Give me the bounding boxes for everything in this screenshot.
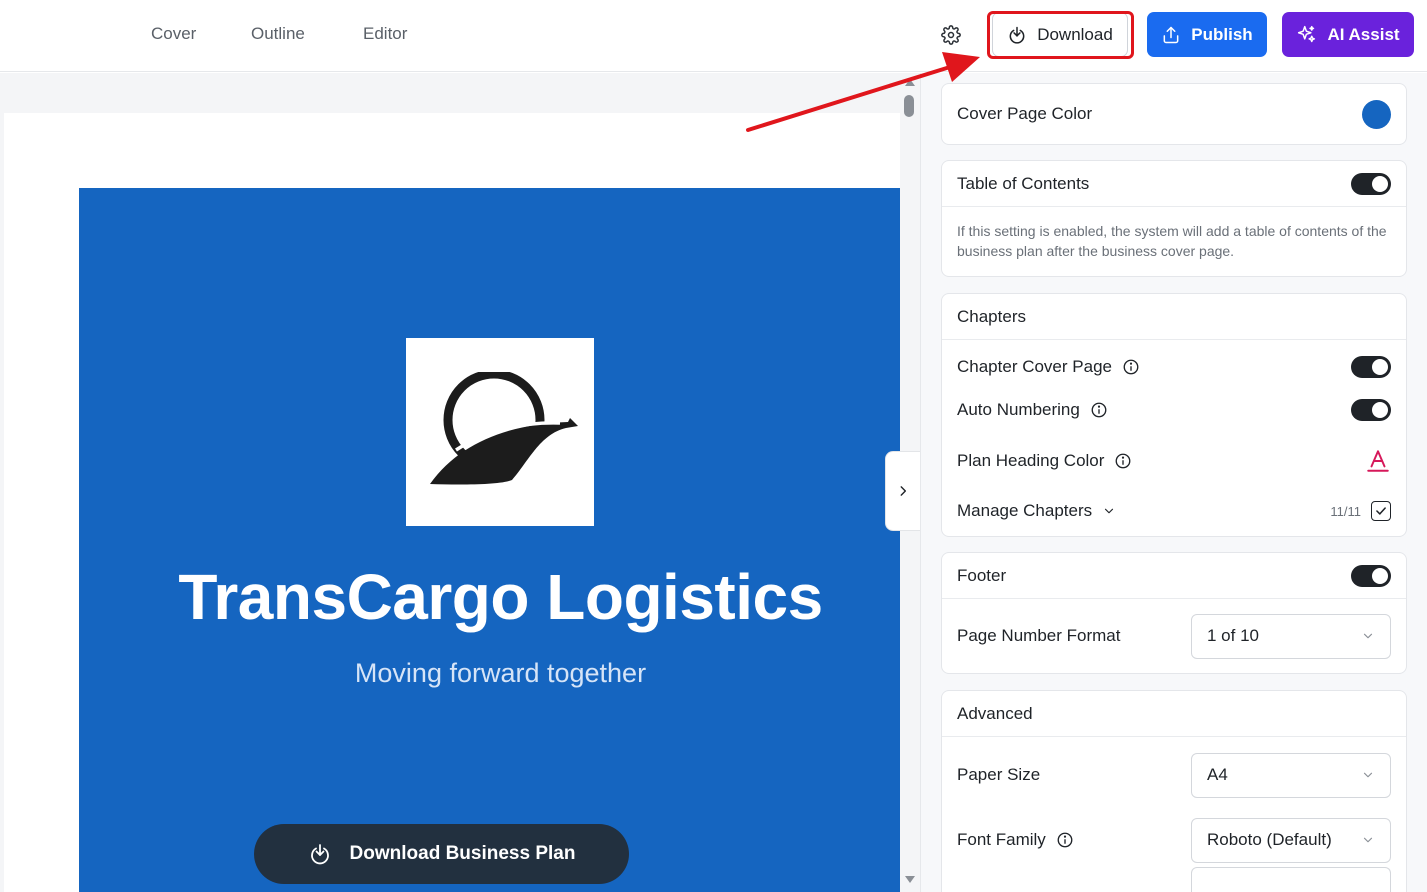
tab-cover[interactable]: Cover <box>151 24 196 44</box>
check-icon <box>1376 507 1386 515</box>
font-family-value: Roboto (Default) <box>1207 830 1332 849</box>
advanced-card: Advanced Paper Size A4 Font Family Robot… <box>941 690 1407 892</box>
download-icon <box>1009 26 1025 44</box>
scroll-thumb[interactable] <box>904 95 914 117</box>
toc-card: Table of Contents If this setting is ena… <box>941 160 1407 277</box>
auto-numbering-label: Auto Numbering <box>957 400 1080 419</box>
company-logo[interactable] <box>406 338 594 526</box>
chapters-card: Chapters Chapter Cover Page Auto Numberi… <box>941 293 1407 537</box>
manage-chapters-dropdown[interactable]: Manage Chapters <box>957 501 1116 521</box>
scroll-up-arrow-icon[interactable] <box>905 79 915 86</box>
cover-color-card: Cover Page Color <box>941 83 1407 145</box>
paper-size-value: A4 <box>1207 765 1228 784</box>
footer-toggle[interactable] <box>1351 564 1391 587</box>
top-header: Cover Outline Editor Download Publish AI… <box>0 0 1427 72</box>
cover-color-label: Cover Page Color <box>957 104 1093 123</box>
chapter-cover-page-toggle[interactable] <box>1351 356 1391 378</box>
select-all-chapters-checkbox[interactable] <box>1371 501 1391 521</box>
ai-assist-label: AI Assist <box>1327 24 1400 44</box>
manage-chapters-label: Manage Chapters <box>957 501 1093 520</box>
document-page: TransCargo Logistics Moving forward toge… <box>4 113 900 892</box>
cover-title: TransCargo Logistics <box>178 561 823 633</box>
text-color-icon[interactable] <box>1365 448 1391 474</box>
cover-color-swatch[interactable] <box>1362 99 1391 129</box>
gear-icon <box>941 25 961 45</box>
chevron-down-icon <box>1363 772 1373 778</box>
chapters-title: Chapters <box>957 306 1026 326</box>
settings-panel: Cover Page Color Table of Contents If th… <box>920 73 1427 892</box>
toc-label: Table of Contents <box>957 173 1090 193</box>
info-icon[interactable] <box>1122 358 1140 376</box>
page-number-format-value: 1 of 10 <box>1207 626 1259 645</box>
panel-toggle-button[interactable] <box>885 451 921 531</box>
publish-label: Publish <box>1191 24 1253 44</box>
ai-assist-button[interactable]: AI Assist <box>1282 12 1414 57</box>
download-business-plan-label: Download Business Plan <box>349 843 576 864</box>
paper-size-label: Paper Size <box>957 765 1041 784</box>
settings-button[interactable] <box>938 22 964 48</box>
info-icon[interactable] <box>1056 831 1074 849</box>
tab-editor[interactable]: Editor <box>363 24 407 44</box>
cover-subtitle: Moving forward together <box>354 658 647 688</box>
scroll-down-arrow-icon[interactable] <box>905 876 915 883</box>
next-setting-select[interactable] <box>1191 867 1391 892</box>
arrow-swoosh-logo-icon <box>430 372 578 485</box>
upload-icon <box>1163 26 1179 43</box>
chevron-down-icon <box>1105 508 1114 514</box>
font-family-label: Font Family <box>957 830 1046 849</box>
download-button[interactable]: Download <box>992 12 1128 57</box>
info-icon[interactable] <box>1114 452 1132 470</box>
toc-description: If this setting is enabled, the system w… <box>957 223 1387 259</box>
chapter-count: 11/11 <box>1330 503 1361 519</box>
canvas-area: TransCargo Logistics Moving forward toge… <box>0 73 920 892</box>
info-icon[interactable] <box>1090 401 1108 419</box>
plan-heading-color-label: Plan Heading Color <box>957 451 1105 470</box>
tab-outline[interactable]: Outline <box>251 24 305 44</box>
publish-button[interactable]: Publish <box>1147 12 1267 57</box>
chevron-down-icon <box>1363 837 1373 843</box>
chapter-cover-page-label: Chapter Cover Page <box>957 357 1112 376</box>
chevron-right-icon <box>900 486 907 496</box>
font-family-select[interactable]: Roboto (Default) <box>1191 817 1391 863</box>
paper-size-select[interactable]: A4 <box>1191 752 1391 798</box>
advanced-title: Advanced <box>957 703 1033 723</box>
sparkles-icon <box>1298 25 1316 43</box>
download-label: Download <box>1037 24 1113 44</box>
download-business-plan-button[interactable]: Download Business Plan <box>254 824 629 884</box>
cover-page[interactable]: TransCargo Logistics Moving forward toge… <box>79 188 900 892</box>
page-number-format-label: Page Number Format <box>957 626 1121 645</box>
chevron-down-icon <box>1363 633 1373 639</box>
footer-card: Footer Page Number Format 1 of 10 <box>941 552 1407 674</box>
toc-toggle[interactable] <box>1351 172 1391 195</box>
auto-numbering-toggle[interactable] <box>1351 399 1391 421</box>
footer-label: Footer <box>957 565 1007 585</box>
page-number-format-select[interactable]: 1 of 10 <box>1191 613 1391 659</box>
download-icon <box>310 844 329 865</box>
